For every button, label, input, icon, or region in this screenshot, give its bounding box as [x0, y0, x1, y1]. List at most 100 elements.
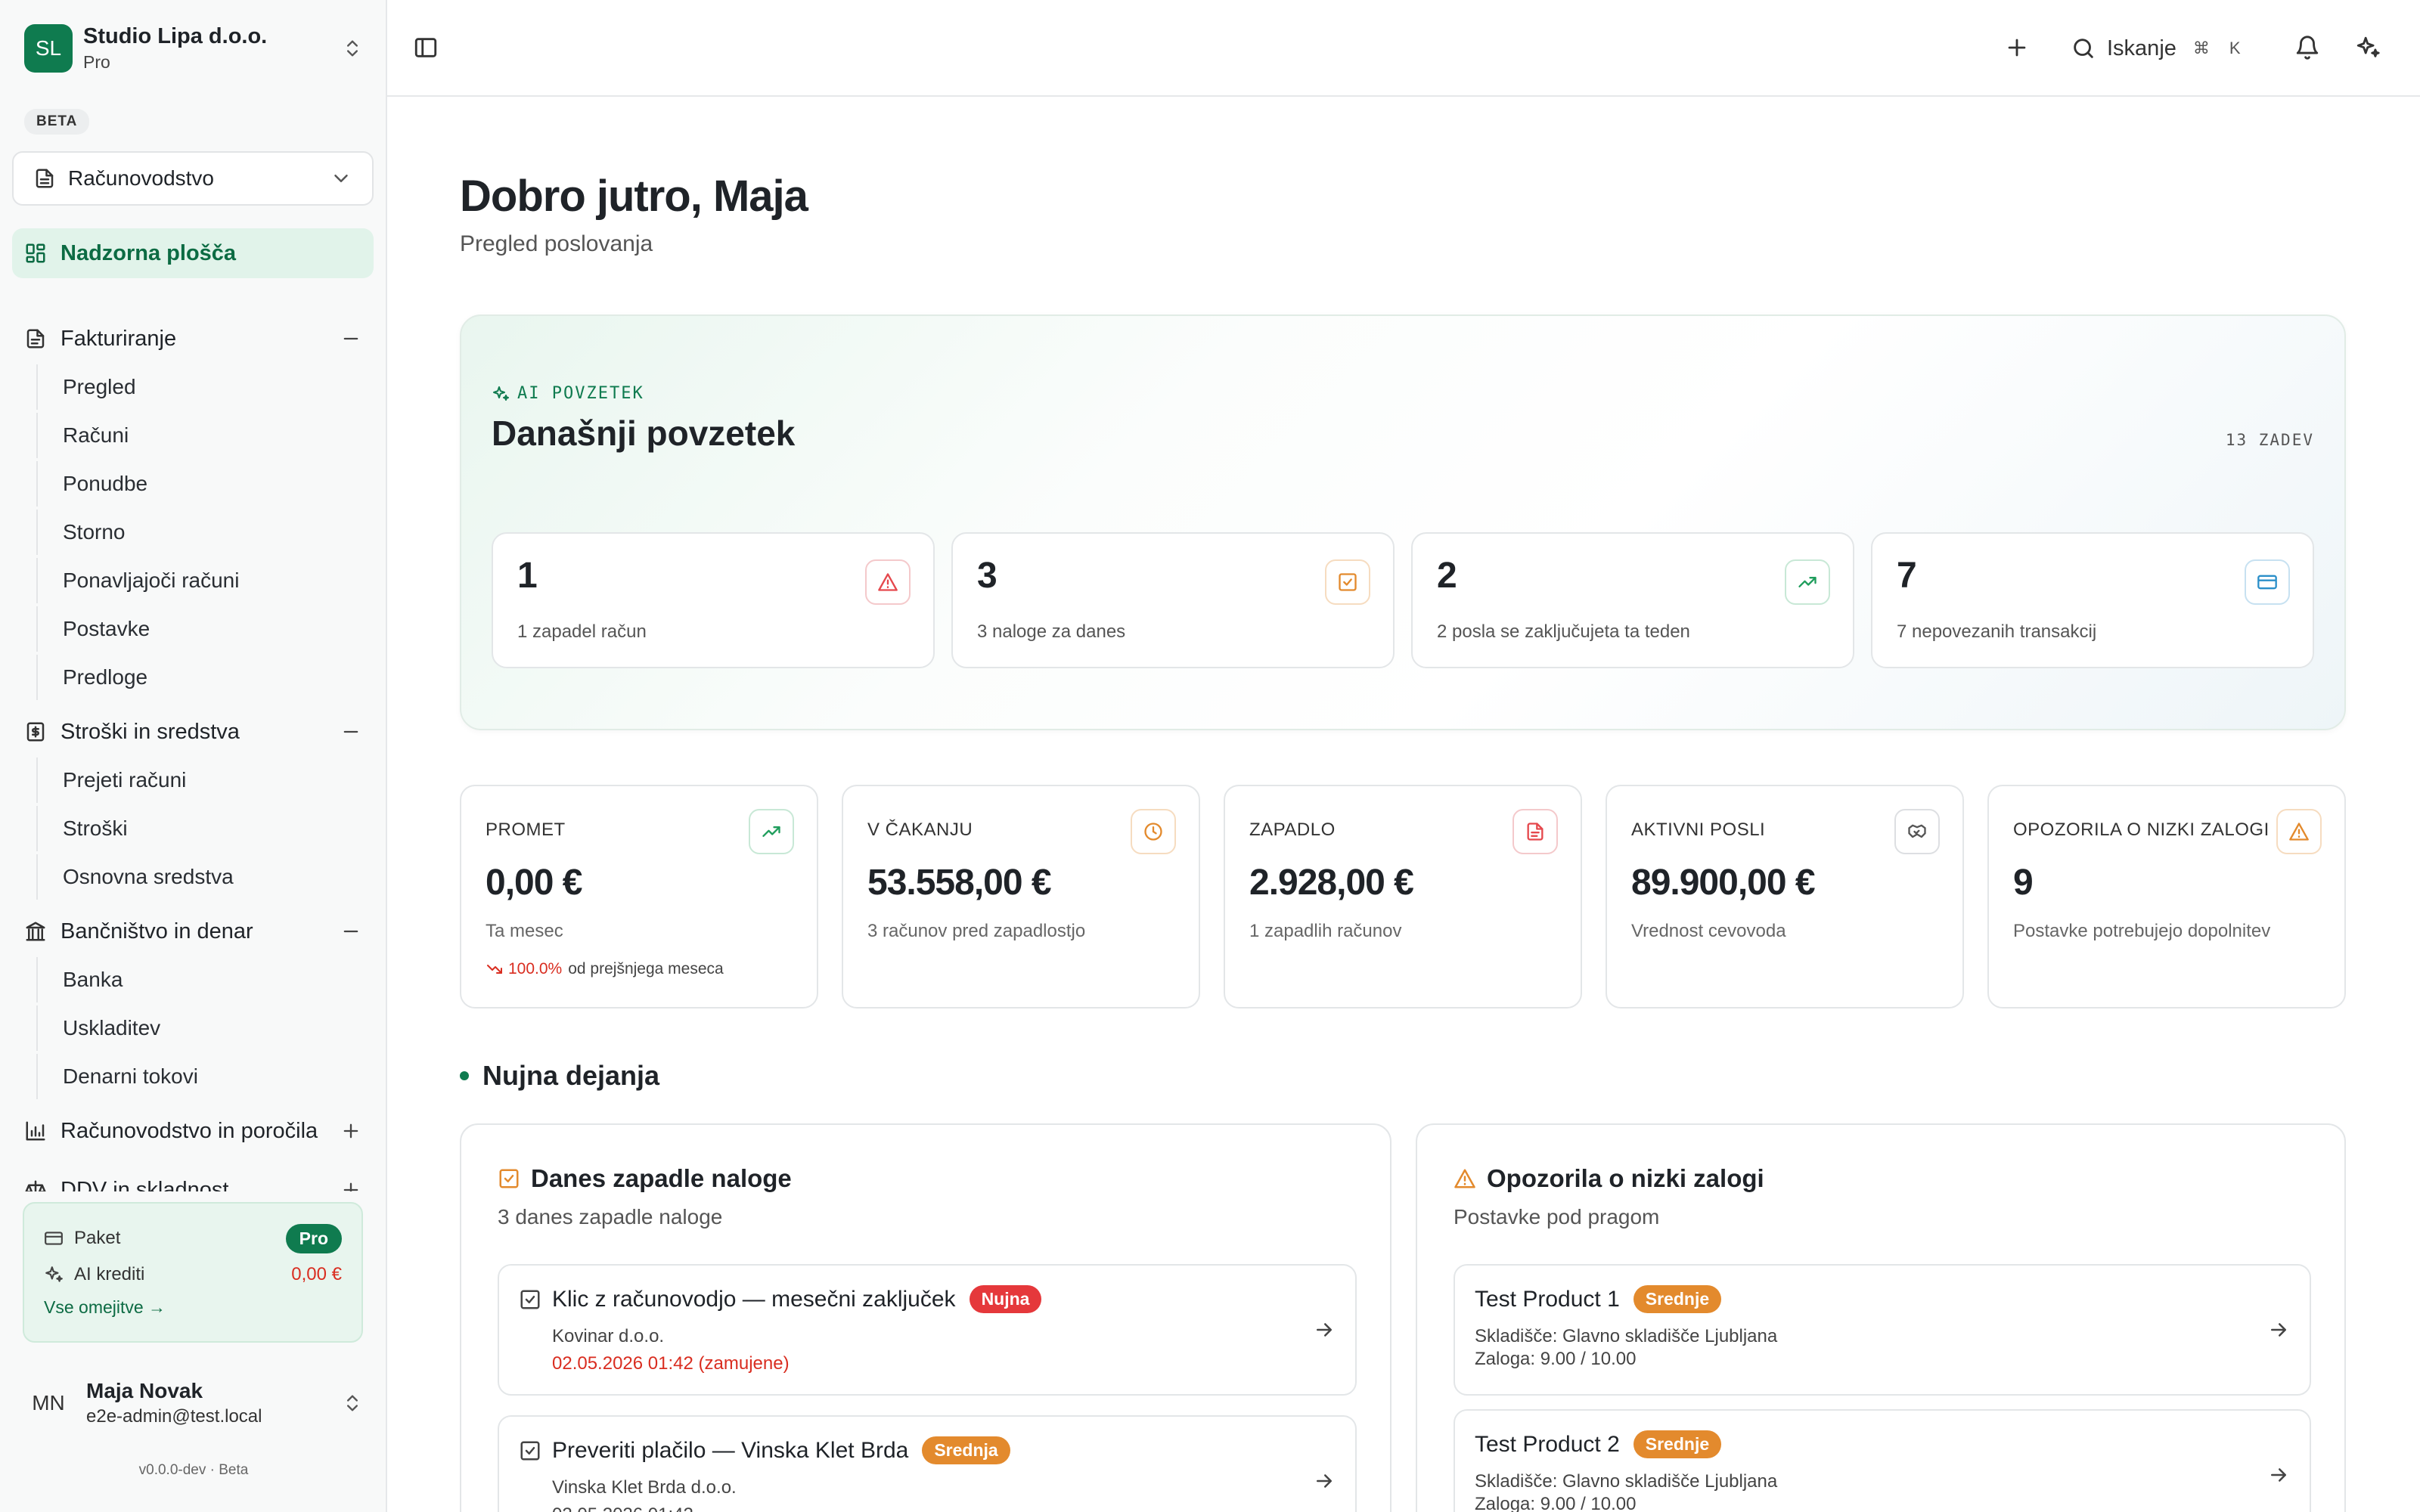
task-title-row: Preveriti plačilo — Vinska Klet Brda Sre…	[552, 1436, 1010, 1464]
alert-triangle-icon	[865, 559, 911, 605]
sidebar-item-received-invoices[interactable]: Prejeti računi	[36, 758, 374, 803]
ai-tile-desc: 1 zapadel račun	[517, 621, 647, 642]
ai-tile-tasks[interactable]: 3 3 naloge za danes	[951, 532, 1395, 668]
sidebar-item-quotes[interactable]: Ponudbe	[36, 461, 374, 507]
sidebar-item-overview[interactable]: Pregled	[36, 364, 374, 410]
sidebar-section-vat[interactable]: DDV in skladnost	[12, 1167, 374, 1191]
stock-item[interactable]: Test Product 1 Srednje Skladišče: Glavno…	[1454, 1264, 2311, 1396]
ai-summary-tag-label: AI POVZETEK	[517, 384, 644, 403]
ai-tile-deals[interactable]: 2 2 posla se zaključujeta ta teden	[1411, 532, 1854, 668]
kpi-value: 9	[2013, 863, 2034, 903]
sidebar-item-cash-flow[interactable]: Denarni tokovi	[36, 1054, 374, 1099]
ai-tile-desc: 3 naloge za danes	[977, 621, 1126, 642]
stock-title: Test Product 1	[1475, 1286, 1620, 1312]
ai-tile-overdue[interactable]: 1 1 zapadel račun	[492, 532, 935, 668]
chevrons-up-down-icon	[342, 38, 363, 59]
avatar: MN	[32, 1391, 65, 1414]
ai-tile-number: 2	[1437, 556, 1457, 596]
alert-triangle-icon	[2276, 809, 2322, 854]
plus-icon	[340, 1120, 361, 1142]
sidebar-section-reports[interactable]: Računovodstvo in poročila	[12, 1108, 374, 1154]
bell-icon[interactable]	[2294, 35, 2320, 60]
scale-icon	[24, 1179, 47, 1191]
search-button[interactable]: Iskanje ⌘ K	[2071, 30, 2241, 67]
sidebar-item-fixed-assets[interactable]: Osnovna sredstva	[36, 854, 374, 900]
sidebar-item-expenses[interactable]: Stroški	[36, 806, 374, 851]
sidebar-item-recurring[interactable]: Ponavljajoči računi	[36, 558, 374, 603]
stock-level: Zaloga: 9.00 / 10.00	[1475, 1494, 1637, 1512]
priority-badge: Srednja	[922, 1436, 1010, 1464]
section-title-urgent: Nujna dejanja	[460, 1060, 659, 1092]
user-menu[interactable]: MN Maja Novak e2e-admin@test.local	[24, 1365, 363, 1441]
check-square-icon	[498, 1167, 520, 1190]
trending-down-icon	[486, 960, 504, 978]
check-square-icon	[519, 1439, 541, 1462]
org-switcher[interactable]: SL Studio Lipa d.o.o. Pro	[24, 23, 363, 74]
sidebar-item-reconciliation[interactable]: Uskladitev	[36, 1005, 374, 1051]
ai-summary-tag: AI POVZETEK	[492, 384, 644, 403]
stock-level-badge: Srednje	[1633, 1430, 1722, 1458]
stock-item[interactable]: Test Product 2 Srednje Skladišče: Glavno…	[1454, 1409, 2311, 1512]
trending-up-icon	[1785, 559, 1830, 605]
sidebar-item-items[interactable]: Postavke	[36, 606, 374, 652]
module-select[interactable]: Računovodstvo	[12, 151, 374, 206]
ai-tile-transactions[interactable]: 7 7 nepovezanih transakcij	[1871, 532, 2314, 668]
kpi-subtitle: 3 računov pred zapadlostjo	[867, 921, 1086, 941]
sidebar-item-credit-notes[interactable]: Storno	[36, 510, 374, 555]
check-square-icon	[519, 1288, 541, 1311]
task-title: Preveriti plačilo — Vinska Klet Brda	[552, 1437, 909, 1463]
task-item[interactable]: Preveriti plačilo — Vinska Klet Brda Sre…	[498, 1415, 1357, 1512]
all-limits-link[interactable]: Vse omejitve →	[44, 1297, 342, 1318]
kpi-low-stock[interactable]: OPOZORILA O NIZKI ZALOGI 9 Postavke potr…	[1987, 785, 2346, 1009]
sidebar-item-dashboard[interactable]: Nadzorna plošča	[12, 228, 374, 278]
kpi-pending[interactable]: V ČAKANJU 53.558,00 € 3 računov pred zap…	[842, 785, 1200, 1009]
panel-subtitle: Postavke pod pragom	[1454, 1205, 1660, 1228]
kpi-trend: 100.0% od prejšnjega meseca	[486, 960, 724, 978]
kpi-subtitle: Postavke potrebujejo dopolnitev	[2013, 921, 2271, 941]
plus-icon[interactable]	[2004, 35, 2030, 60]
task-company: Vinska Klet Brda d.o.o.	[552, 1477, 737, 1498]
task-item[interactable]: Klic z računovodjo — mesečni zaključek N…	[498, 1264, 1357, 1396]
sidebar-scroll-clip: DDV in skladnost	[0, 1157, 387, 1191]
package-badge: Pro	[285, 1223, 342, 1253]
ai-tile-desc: 7 nepovezanih transakcij	[1897, 621, 2097, 642]
ai-summary-count: 13 ZADEV	[2225, 431, 2314, 449]
org-avatar: SL	[24, 24, 73, 73]
arrow-right-icon	[1313, 1318, 1336, 1341]
stock-title-row: Test Product 2 Srednje	[1475, 1430, 1722, 1458]
module-select-label: Računovodstvo	[68, 166, 215, 190]
sidebar: SL Studio Lipa d.o.o. Pro BETA Računovod…	[0, 0, 387, 1512]
main-content: Dobro jutro, Maja Pregled poslovanja AI …	[387, 98, 2420, 1512]
sidebar-item-bank[interactable]: Banka	[36, 957, 374, 1002]
kpi-overdue[interactable]: ZAPADLO 2.928,00 € 1 zapadlih računov	[1224, 785, 1582, 1009]
task-due: 02.05.2026 01:42	[552, 1504, 693, 1512]
credits-label: AI krediti	[74, 1264, 145, 1284]
page-title: Dobro jutro, Maja	[460, 172, 808, 221]
ai-tile-number: 3	[977, 556, 997, 596]
kpi-active-deals[interactable]: AKTIVNI POSLI 89.900,00 € Vrednost cevov…	[1606, 785, 1964, 1009]
ai-tile-desc: 2 posla se zaključujeta ta teden	[1437, 621, 1690, 642]
credit-card-icon	[2245, 559, 2290, 605]
credits-value: 0,00 €	[291, 1264, 342, 1284]
stock-level-badge: Srednje	[1633, 1285, 1722, 1313]
file-text-icon	[24, 327, 47, 350]
sidebar-toggle-icon[interactable]	[413, 35, 439, 60]
shortcut-cmd: ⌘	[2192, 39, 2210, 57]
sparkles-icon[interactable]	[2355, 35, 2381, 60]
tasks-due-panel: Danes zapadle naloge 3 danes zapadle nal…	[460, 1123, 1392, 1512]
kpi-value: 2.928,00 €	[1249, 863, 1414, 903]
package-label: Paket	[74, 1228, 121, 1248]
sidebar-item-invoices[interactable]: Računi	[36, 413, 374, 458]
sidebar-section-label: Bančništvo in denar	[60, 919, 253, 943]
sidebar-section-invoicing[interactable]: Fakturiranje	[12, 316, 374, 361]
sidebar-section-expenses[interactable]: Stroški in sredstva	[12, 709, 374, 754]
layout-grid-icon	[24, 242, 47, 265]
sidebar-section-banking[interactable]: Bančništvo in denar	[12, 909, 374, 954]
sidebar-item-templates[interactable]: Predloge	[36, 655, 374, 700]
arrow-right-icon	[2267, 1318, 2290, 1341]
plan-quota-card: Paket Pro AI krediti 0,00 € Vse omejitve…	[23, 1202, 363, 1343]
user-name: Maja Novak	[86, 1379, 203, 1402]
stock-level: Zaloga: 9.00 / 10.00	[1475, 1349, 1637, 1369]
task-due: 02.05.2026 01:42 (zamujene)	[552, 1353, 790, 1374]
kpi-revenue[interactable]: PROMET 0,00 € Ta mesec 100.0% od prejšnj…	[460, 785, 818, 1009]
